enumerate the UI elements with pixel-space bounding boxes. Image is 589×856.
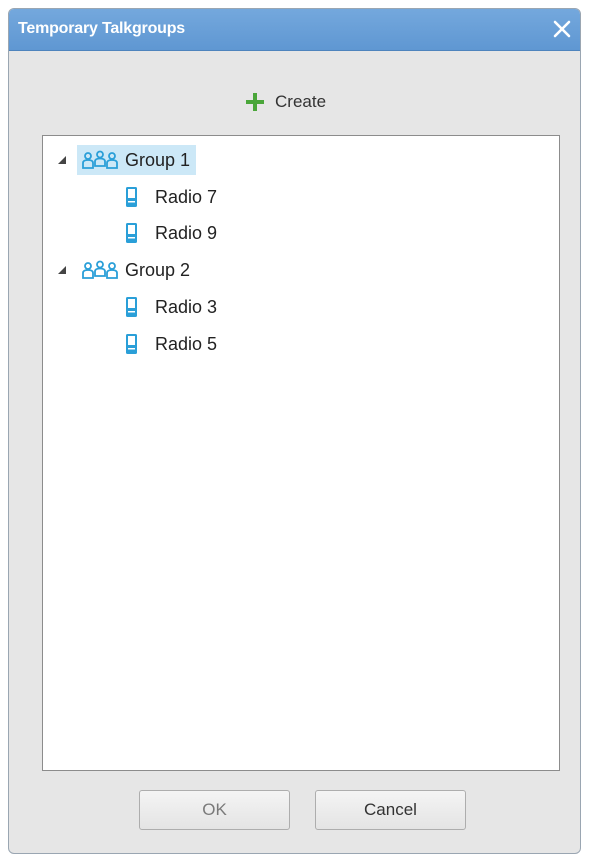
- tree-row-group-2[interactable]: Group 2: [57, 255, 190, 285]
- group-label: Group 2: [125, 259, 191, 280]
- group-node-group-1[interactable]: Group 1: [77, 145, 197, 175]
- cancel-button[interactable]: Cancel: [315, 790, 466, 830]
- ok-button[interactable]: OK: [139, 790, 290, 830]
- group-icon: [82, 260, 118, 279]
- plus-icon: [246, 93, 264, 111]
- radio-label: Radio 3: [155, 296, 218, 317]
- radio-label: Radio 5: [155, 333, 218, 354]
- tree-row-radio[interactable]: Radio 7: [125, 182, 217, 212]
- radio-icon: [126, 223, 137, 243]
- create-button[interactable]: Create: [245, 87, 326, 117]
- create-label: Create: [275, 92, 327, 111]
- radio-label: Radio 7: [155, 186, 218, 207]
- group-node-group-2[interactable]: Group 2: [81, 255, 190, 285]
- tree-row-group-1[interactable]: Group 1: [57, 145, 197, 175]
- title-bar: Temporary Talkgroups: [9, 9, 580, 51]
- talkgroup-tree[interactable]: Group 1 Radio 7 Radio 9 Group 2 Radio 3 …: [42, 135, 560, 771]
- expand-arrow-icon[interactable]: [57, 265, 67, 275]
- close-icon[interactable]: [550, 17, 574, 41]
- tree-row-radio[interactable]: Radio 5: [125, 329, 217, 359]
- tree-row-radio[interactable]: Radio 9: [125, 218, 217, 248]
- expand-arrow-icon[interactable]: [57, 155, 67, 165]
- radio-label: Radio 9: [155, 222, 218, 243]
- group-label: Group 1: [125, 149, 191, 170]
- tree-row-radio[interactable]: Radio 3: [125, 292, 217, 322]
- group-icon: [82, 150, 118, 169]
- radio-icon: [126, 297, 137, 317]
- dialog-window: Temporary Talkgroups Create Group 1 Radi…: [8, 8, 581, 854]
- dialog-title: Temporary Talkgroups: [18, 20, 186, 37]
- radio-icon: [126, 334, 137, 354]
- radio-icon: [126, 187, 137, 207]
